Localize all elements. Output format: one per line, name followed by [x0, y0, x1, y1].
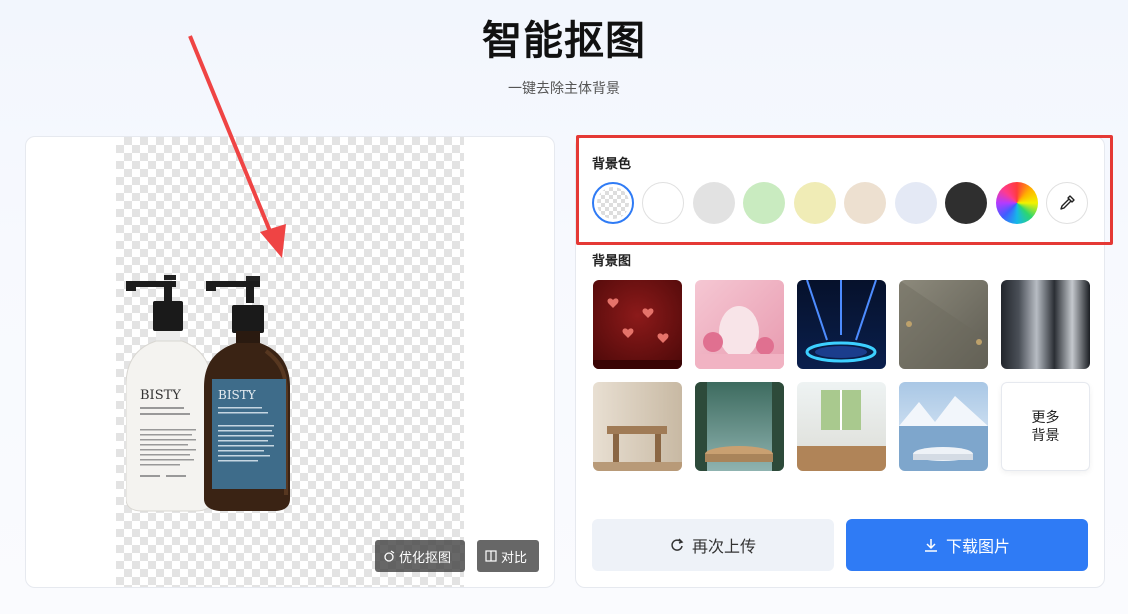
- background-image-label: 背景图: [592, 254, 632, 269]
- bg-thumb-pink-arch[interactable]: [695, 280, 784, 369]
- bg-thumb-blue-stage[interactable]: [797, 280, 886, 369]
- refresh-icon: [671, 538, 684, 551]
- download-label: 下载图片: [945, 537, 1010, 556]
- bg-thumb-window-table[interactable]: [797, 382, 886, 471]
- page-title: 智能抠图: [482, 18, 646, 64]
- more-backgrounds-button[interactable]: 更多 背景: [1001, 382, 1090, 471]
- refine-icon: [384, 550, 395, 562]
- bg-thumb-curtain-table[interactable]: [593, 382, 682, 471]
- bg-thumb-dark-stripes[interactable]: [1001, 280, 1090, 369]
- bg-thumb-forest-podium[interactable]: [695, 382, 784, 471]
- optimize-cutout-button[interactable]: 优化抠图: [375, 540, 465, 572]
- more-label-line1: 更多: [1031, 409, 1060, 426]
- more-label-line2: 背景: [1031, 427, 1060, 444]
- product-image: BISTY BISTY: [126, 275, 290, 512]
- bg-thumb-gray-wall-lamp[interactable]: [899, 280, 988, 369]
- preview-panel: BISTY BISTY 优化抠图 对比: [25, 136, 555, 588]
- reupload-button[interactable]: 再次上传: [592, 519, 834, 571]
- compare-icon: [485, 550, 497, 562]
- highlight-box: [576, 135, 1113, 245]
- reupload-label: 再次上传: [691, 537, 756, 556]
- download-button[interactable]: 下载图片: [846, 519, 1088, 571]
- page-subtitle: 一键去除主体背景: [508, 81, 620, 97]
- optimize-cutout-label: 优化抠图: [399, 550, 452, 566]
- compare-button[interactable]: 对比: [477, 540, 539, 572]
- bg-thumb-mountain-lake-podium[interactable]: [899, 382, 988, 471]
- bg-thumb-red-hearts[interactable]: [593, 280, 682, 369]
- product-brand-white: BISTY: [140, 388, 181, 403]
- product-brand-dark: BISTY: [218, 388, 257, 402]
- compare-label: 对比: [501, 550, 528, 566]
- download-icon: [924, 539, 937, 552]
